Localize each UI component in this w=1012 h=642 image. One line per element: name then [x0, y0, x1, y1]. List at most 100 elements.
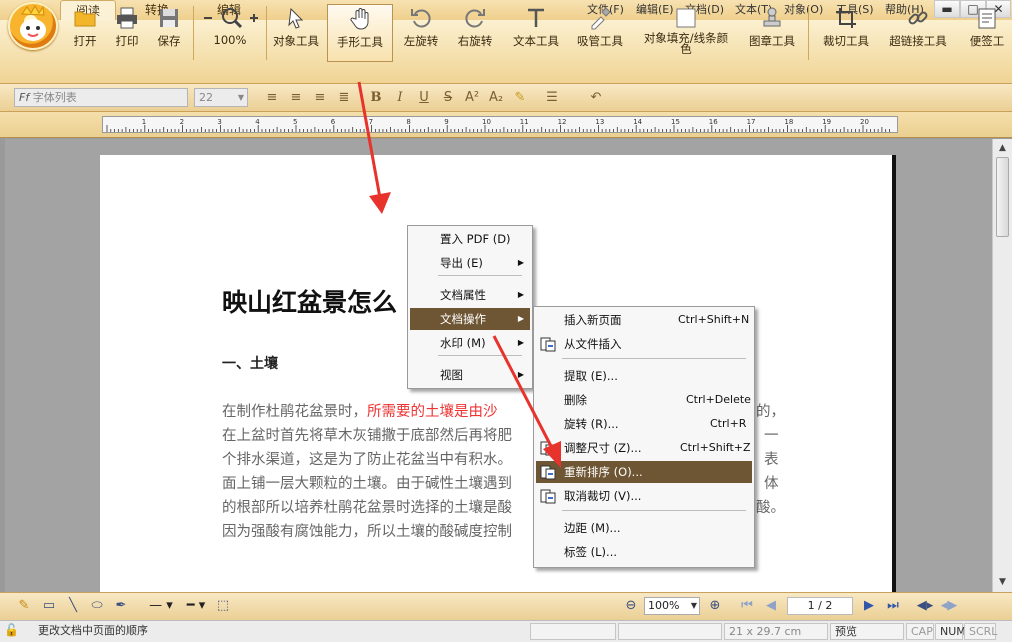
submenu-item[interactable]: 取消裁切 (V)... [536, 485, 752, 507]
submenu-item[interactable]: 从文件插入 [536, 333, 752, 355]
paragraph-text: 的根部所以培养杜鹃花盆景时选择的土壤是酸 [222, 500, 512, 516]
font-size-select[interactable]: 22 ▼ [194, 88, 248, 107]
submenu-item[interactable]: 调整尺寸 (Z)... Ctrl+Shift+Z [536, 437, 752, 459]
first-page-icon[interactable]: ⏮ [738, 598, 756, 614]
text-tool-button[interactable]: 文本工具 [508, 4, 564, 62]
zoom-control[interactable]: 100% [196, 4, 264, 62]
save-button[interactable]: 保存 [150, 4, 188, 62]
zoom-in-icon[interactable]: ⊕ [706, 598, 724, 614]
pen-nib-icon[interactable]: ✒ [112, 598, 130, 614]
ellipse-icon[interactable]: ⬭ [88, 598, 106, 614]
italic-icon[interactable]: I [390, 88, 410, 108]
bold-icon[interactable]: B [366, 88, 386, 108]
submenu-item[interactable]: 重新排序 (O)... [536, 461, 752, 483]
zoom-level-select[interactable]: 100% ▼ [644, 597, 700, 615]
forward-view-icon[interactable]: ◂▶ [940, 598, 958, 614]
strikethrough-icon[interactable]: S [438, 88, 458, 108]
menu-item-label: 边距 (M)... [564, 521, 621, 535]
open-button[interactable]: 打开 [66, 4, 104, 62]
document-heading: 一、土壤 [222, 356, 278, 372]
submenu-item[interactable]: 旋转 (R)... Ctrl+R [536, 413, 752, 435]
submenu-arrow-icon: ▶ [517, 314, 524, 323]
ruler-label: 19 [822, 118, 831, 126]
next-page-icon[interactable]: ▶ [860, 598, 878, 614]
line-style-icon[interactable]: — ▾ [145, 598, 177, 614]
hand-tool-button[interactable]: 手形工具 [327, 4, 393, 62]
vertical-scrollbar[interactable]: ▲ ▼ [992, 139, 1012, 592]
fill-line-color-button[interactable]: 对象填充/线条颜 色 [638, 4, 734, 62]
ruler-label: 10 [482, 118, 491, 126]
line-spacing-icon[interactable]: ☰ [542, 88, 562, 108]
menu-item-label: 置入 PDF (D) [440, 232, 511, 246]
scroll-down-icon[interactable]: ▼ [996, 576, 1009, 589]
horizontal-ruler[interactable]: 1 2 3 4 5 6 7 8 9 10 11 12 13 14 15 16 17 18 19 20 [102, 116, 898, 133]
font-list-select[interactable]: Ff 字体列表 [14, 88, 188, 107]
context-menu-item[interactable]: 置入 PDF (D) [410, 228, 530, 250]
crop-tool-button[interactable]: 裁切工具 [818, 4, 874, 62]
ruler-label: 9 [444, 118, 448, 126]
menu-item-label: 删除 [564, 393, 587, 407]
rectangle-icon[interactable]: ▭ [40, 598, 58, 614]
print-button[interactable]: 打印 [108, 4, 146, 62]
ruler-label: 7 [369, 118, 373, 126]
submenu-item[interactable]: 边距 (M)... [536, 517, 752, 539]
submenu-item[interactable]: 提取 (E)... [536, 365, 752, 387]
context-menu-item[interactable]: 导出 (E) ▶ [410, 252, 530, 274]
crop-tool-label: 裁切工具 [823, 34, 869, 48]
rotate-left-button[interactable]: 左旋转 [398, 4, 444, 62]
context-menu-item[interactable]: 文档操作 ▶ [410, 308, 530, 330]
context-menu-item[interactable]: 水印 (M) ▶ [410, 332, 530, 354]
menu-item-label: 重新排序 (O)... [564, 465, 643, 479]
crop-icon [836, 8, 856, 28]
line-icon[interactable]: ╲ [64, 598, 82, 614]
note-tool-button[interactable]: 便签工 [962, 4, 1012, 62]
open-label: 打开 [73, 34, 97, 48]
line-weight-icon[interactable]: ━ ▾ [180, 598, 212, 614]
paragraph-text: 个排水渠道，这是为了防止花盆当中有积水。 [222, 452, 512, 468]
fill-line-color-label-2: 色 [680, 42, 692, 56]
hyperlink-tool-button[interactable]: 超链接工具 [884, 4, 952, 62]
highlighter-icon[interactable]: ✎ [510, 88, 530, 108]
menu-separator [562, 510, 746, 511]
undo-arrow-icon[interactable]: ↶ [586, 88, 606, 108]
submenu-item[interactable]: 插入新页面 Ctrl+Shift+N [536, 309, 752, 331]
eyedropper-tool-button[interactable]: 吸管工具 [572, 4, 628, 62]
submenu-item[interactable]: 标签 (L)... [536, 541, 752, 563]
uncrop-icon [540, 489, 556, 504]
toolbar-separator [808, 6, 809, 60]
object-tool-button[interactable]: 对象工具 [268, 4, 324, 62]
stamp-tool-button[interactable]: 图章工具 [744, 4, 800, 62]
superscript-icon[interactable]: A² [462, 88, 482, 108]
align-left-icon[interactable]: ≡ [262, 88, 282, 108]
align-center-icon[interactable]: ≡ [286, 88, 306, 108]
document-operations-submenu: 插入新页面 Ctrl+Shift+N 从文件插入提取 (E)... 删除 Ctrl+De… [533, 306, 755, 568]
underline-icon[interactable]: U [414, 88, 434, 108]
scroll-up-icon[interactable]: ▲ [996, 142, 1009, 155]
submenu-item[interactable]: 删除 Ctrl+Delete [536, 389, 752, 411]
toolbar-separator [266, 6, 267, 60]
menu-item-label: 插入新页面 [564, 313, 622, 327]
previous-page-icon[interactable]: ◀ [762, 598, 780, 614]
frame-icon[interactable]: ⬚ [214, 598, 232, 614]
last-page-icon[interactable]: ⏭ [884, 598, 902, 614]
pencil-icon[interactable]: ✎ [15, 598, 33, 614]
paragraph-text: 在上盆时首先将草木灰铺撒于底部然后再将肥 [222, 428, 512, 444]
back-view-icon[interactable]: ◀▸ [916, 598, 934, 614]
zoom-level-value: 100% [648, 599, 680, 612]
scroll-thumb[interactable] [996, 157, 1009, 237]
subscript-icon[interactable]: A₂ [486, 88, 506, 108]
ruler-label: 4 [255, 118, 260, 126]
rotate-right-button[interactable]: 右旋转 [452, 4, 498, 62]
menu-item-label: 提取 (E)... [564, 369, 618, 383]
context-menu-item[interactable]: 视图 ▶ [410, 364, 530, 386]
ruler-label: 13 [595, 118, 604, 126]
app-logo[interactable] [8, 2, 58, 50]
context-menu-item[interactable]: 文档属性 ▶ [410, 284, 530, 306]
ruler-label: 1 [142, 118, 146, 126]
align-right-icon[interactable]: ≡ [310, 88, 330, 108]
page-number-input[interactable]: 1 / 2 [787, 597, 853, 615]
zoom-out-icon[interactable]: ⊖ [622, 598, 640, 614]
paragraph-text: 因为强酸有腐蚀能力，所以土壤的酸碱度控制 [222, 524, 512, 540]
align-justify-icon[interactable]: ≣ [334, 88, 354, 108]
ruler-ticks: 1 2 3 4 5 6 7 8 9 10 11 12 13 14 15 16 17 18 19 20 [106, 118, 890, 132]
